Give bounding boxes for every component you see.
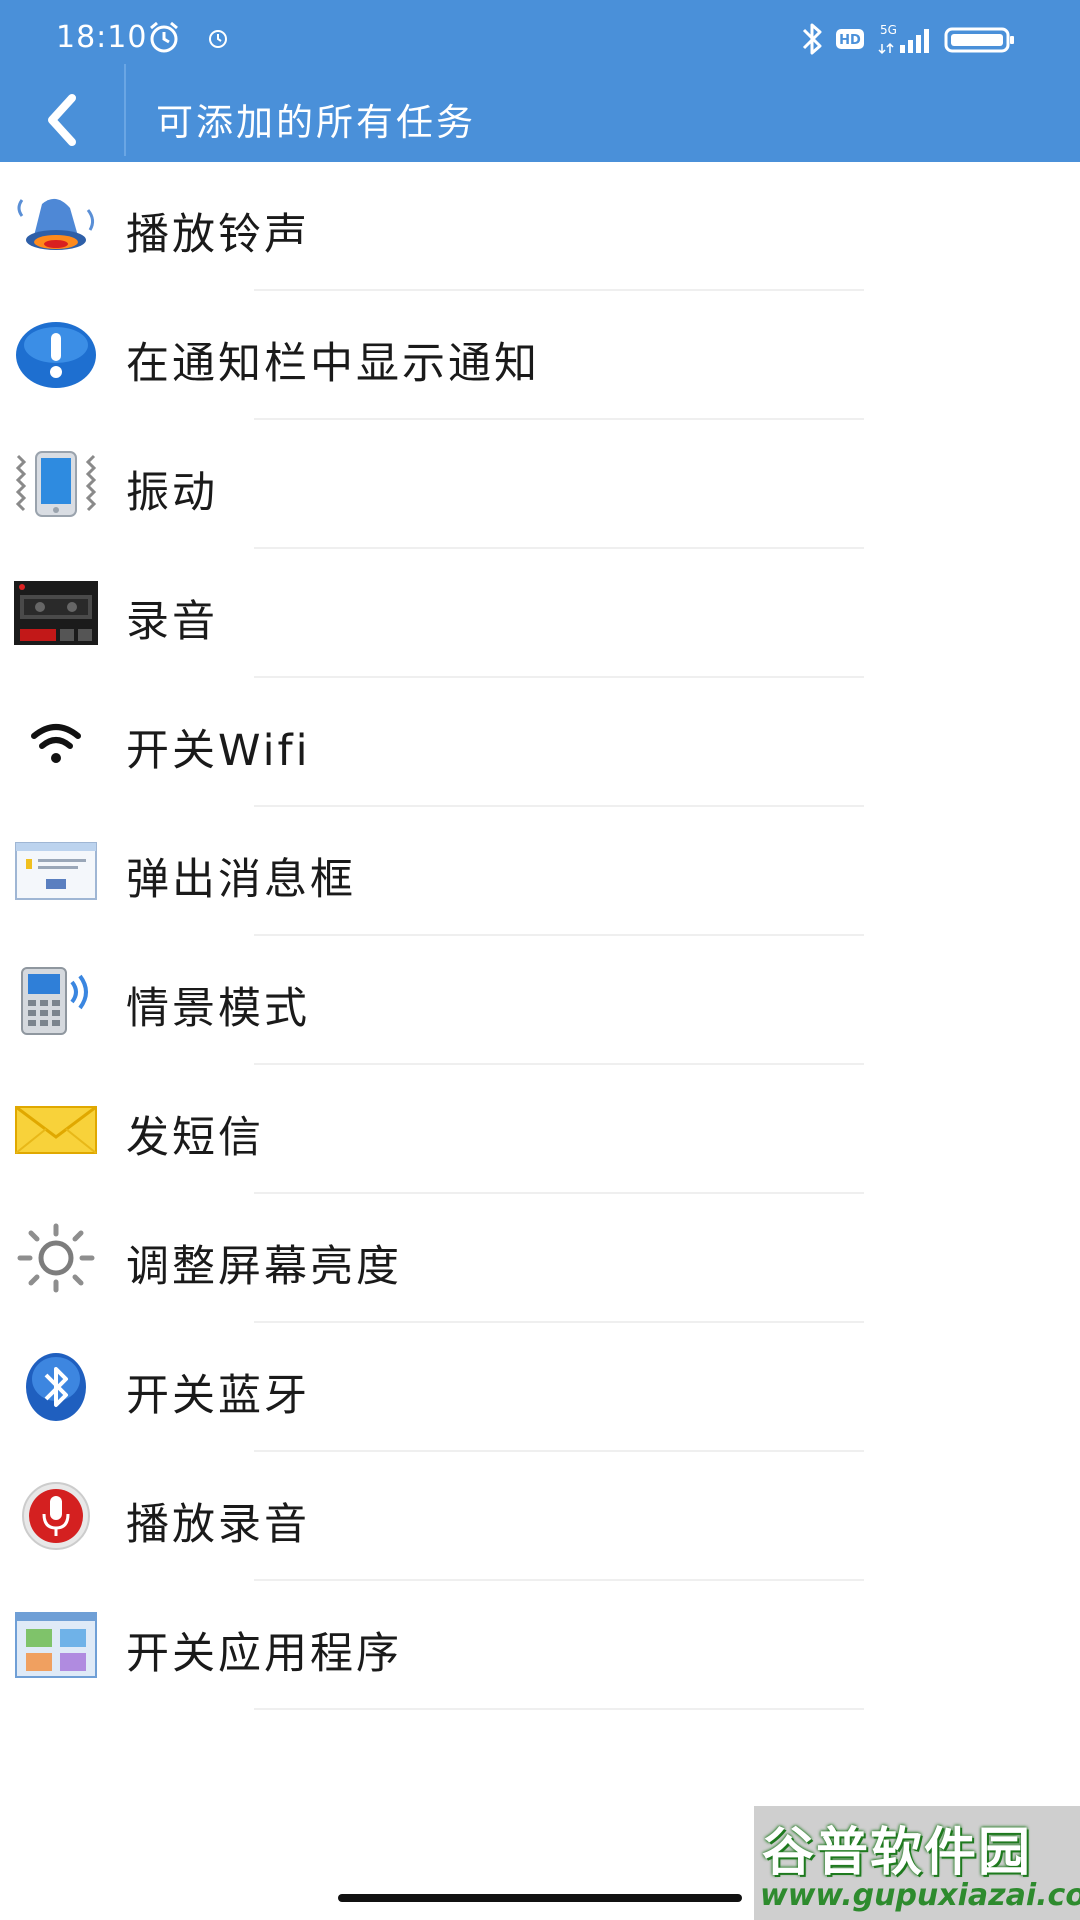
brightness-sun-icon bbox=[12, 1222, 100, 1294]
task-label: 播放铃声 bbox=[126, 210, 310, 260]
status-right-icons: HD 5G bbox=[796, 20, 1036, 64]
back-button[interactable] bbox=[26, 84, 98, 156]
recorder-icon bbox=[12, 577, 100, 649]
task-label: 开关Wifi bbox=[126, 726, 311, 776]
task-label: 弹出消息框 bbox=[126, 855, 356, 905]
task-item-record[interactable]: 录音 bbox=[0, 549, 1080, 678]
top-bar: 18:10 HD 5G 可添加的所有任务 bbox=[0, 0, 1080, 162]
task-item-toggle-app[interactable]: 开关应用程序 bbox=[0, 1581, 1080, 1710]
svg-text:HD: HD bbox=[839, 33, 861, 48]
task-item-scene-mode[interactable]: 情景模式 bbox=[0, 936, 1080, 1065]
envelope-icon bbox=[12, 1093, 100, 1165]
status-bar: 18:10 HD 5G bbox=[0, 0, 1080, 78]
dialog-box-icon bbox=[12, 835, 100, 907]
task-label: 开关应用程序 bbox=[126, 1629, 402, 1679]
bluetooth-icon bbox=[802, 23, 822, 55]
status-left-icons bbox=[146, 18, 236, 62]
task-item-vibrate[interactable]: 振动 bbox=[0, 420, 1080, 549]
5g-signal-icon: 5G bbox=[878, 23, 929, 55]
profile-phone-icon bbox=[12, 964, 100, 1036]
task-label: 播放录音 bbox=[126, 1500, 310, 1550]
task-item-popup-message[interactable]: 弹出消息框 bbox=[0, 807, 1080, 936]
task-label: 情景模式 bbox=[126, 984, 310, 1034]
watermark-title: 谷普软件园 bbox=[762, 1823, 1033, 1883]
home-indicator[interactable] bbox=[338, 1894, 742, 1902]
task-label: 开关蓝牙 bbox=[126, 1371, 310, 1421]
page-title: 可添加的所有任务 bbox=[156, 101, 476, 144]
task-label: 录音 bbox=[126, 597, 218, 647]
notification-exclamation-icon bbox=[12, 319, 100, 391]
bell-icon bbox=[12, 190, 100, 262]
notification-dot-icon bbox=[209, 30, 227, 48]
task-item-toggle-bluetooth[interactable]: 开关蓝牙 bbox=[0, 1323, 1080, 1452]
task-item-play-ringtone[interactable]: 播放铃声 bbox=[0, 162, 1080, 291]
watermark: 谷普软件园 www.gupuxiazai.com bbox=[754, 1806, 1080, 1920]
task-item-adjust-brightness[interactable]: 调整屏幕亮度 bbox=[0, 1194, 1080, 1323]
vibrate-phone-icon bbox=[12, 448, 100, 520]
row-divider bbox=[254, 1708, 864, 1710]
microphone-icon bbox=[12, 1480, 100, 1552]
hd-icon: HD bbox=[836, 29, 864, 49]
task-label: 振动 bbox=[126, 468, 218, 518]
svg-text:5G: 5G bbox=[880, 23, 897, 37]
task-item-show-notification[interactable]: 在通知栏中显示通知 bbox=[0, 291, 1080, 420]
battery-icon bbox=[944, 27, 1014, 53]
chevron-left-icon bbox=[48, 94, 76, 146]
app-bar: 可添加的所有任务 bbox=[0, 64, 1080, 162]
task-label: 在通知栏中显示通知 bbox=[126, 339, 540, 389]
app-bar-divider bbox=[124, 64, 126, 156]
apps-grid-icon bbox=[12, 1609, 100, 1681]
task-label: 发短信 bbox=[126, 1113, 264, 1163]
task-item-toggle-wifi[interactable]: 开关Wifi bbox=[0, 678, 1080, 807]
status-time: 18:10 bbox=[56, 20, 148, 55]
task-item-play-recording[interactable]: 播放录音 bbox=[0, 1452, 1080, 1581]
task-label: 调整屏幕亮度 bbox=[126, 1242, 402, 1292]
alarm-icon bbox=[150, 21, 178, 53]
wifi-icon bbox=[12, 706, 100, 778]
task-list: 播放铃声 在通知栏中显示通知 振动 录音 开关Wifi 弹出消息框 情景模式 发… bbox=[0, 162, 1080, 1710]
bluetooth-circle-icon bbox=[12, 1351, 100, 1423]
task-item-send-sms[interactable]: 发短信 bbox=[0, 1065, 1080, 1194]
watermark-url: www.gupuxiazai.com bbox=[760, 1878, 1080, 1913]
